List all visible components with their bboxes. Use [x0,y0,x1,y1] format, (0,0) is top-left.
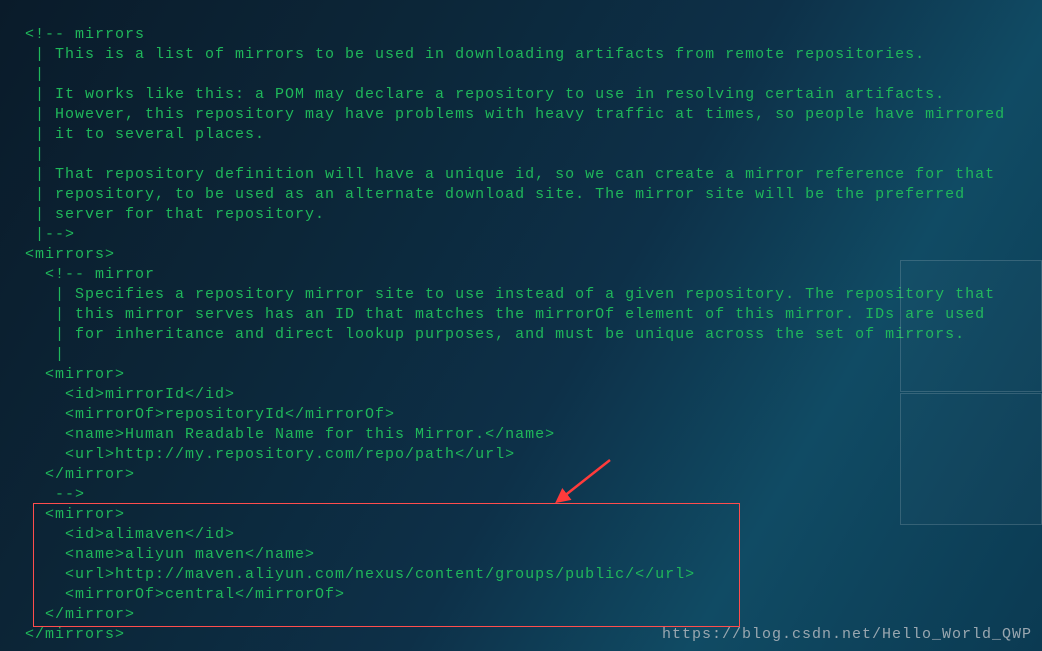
code-line: <!-- mirrors [25,26,145,43]
code-line: |--> [25,226,75,243]
code-line: <name>Human Readable Name for this Mirro… [25,426,555,443]
code-line: | [25,66,45,83]
code-line: <url>http://my.repository.com/repo/path<… [25,446,515,463]
code-editor: <!-- mirrors | This is a list of mirrors… [0,0,1042,645]
code-line: --> [25,486,85,503]
code-line: </mirror> [25,466,135,483]
code-line: </mirrors> [25,626,125,643]
code-line: <mirrorOf>repositoryId</mirrorOf> [25,406,395,423]
code-line: <id>alimaven</id> [25,526,235,543]
code-line: | However, this repository may have prob… [25,106,1005,123]
code-line: | this mirror serves has an ID that matc… [25,306,985,323]
code-line: <mirror> [25,506,125,523]
code-line: | for inheritance and direct lookup purp… [25,326,965,343]
code-line: | [25,346,65,363]
code-line: <mirror> [25,366,125,383]
code-line: <url>http://maven.aliyun.com/nexus/conte… [25,566,695,583]
code-line: | repository, to be used as an alternate… [25,186,965,203]
code-line: | [25,146,45,163]
code-line: | it to several places. [25,126,265,143]
desktop-window-outline-1 [900,260,1042,392]
code-line: | That repository definition will have a… [25,166,995,183]
code-line: <name>aliyun maven</name> [25,546,315,563]
watermark-text: https://blog.csdn.net/Hello_World_QWP [662,625,1032,645]
code-line: <id>mirrorId</id> [25,386,235,403]
code-line: <mirrors> [25,246,115,263]
desktop-window-outline-2 [900,393,1042,525]
code-line: <mirrorOf>central</mirrorOf> [25,586,345,603]
code-line: <!-- mirror [25,266,155,283]
code-line: | It works like this: a POM may declare … [25,86,945,103]
code-line: | This is a list of mirrors to be used i… [25,46,925,63]
code-line: | server for that repository. [25,206,325,223]
code-line: | Specifies a repository mirror site to … [25,286,995,303]
code-line: </mirror> [25,606,135,623]
